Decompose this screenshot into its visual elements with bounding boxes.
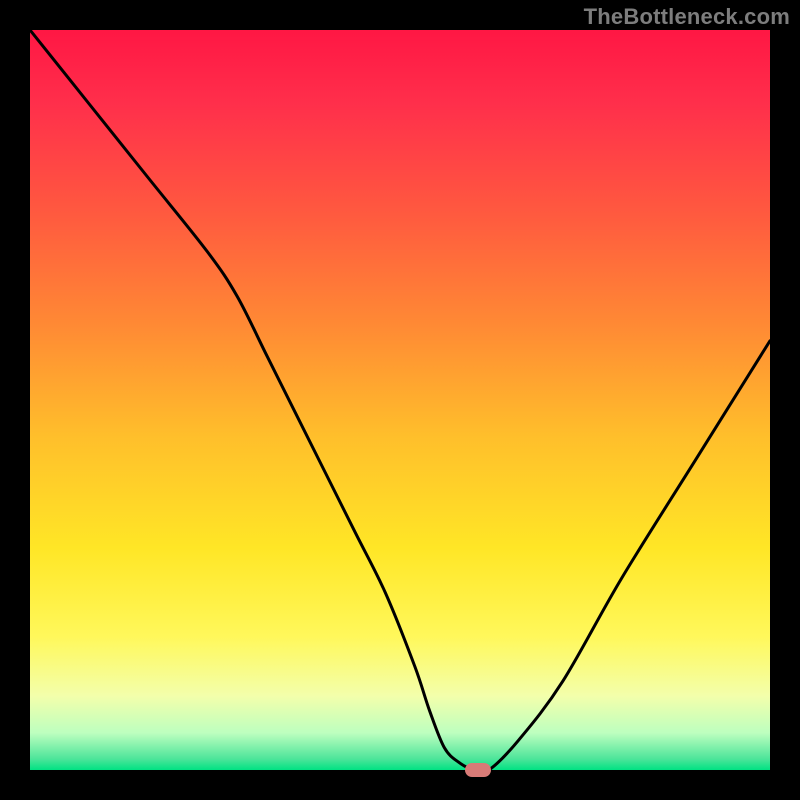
optimum-marker <box>465 763 491 777</box>
plot-area <box>30 30 770 770</box>
chart-frame: TheBottleneck.com <box>0 0 800 800</box>
watermark-text: TheBottleneck.com <box>584 4 790 30</box>
bottleneck-curve <box>30 30 770 770</box>
